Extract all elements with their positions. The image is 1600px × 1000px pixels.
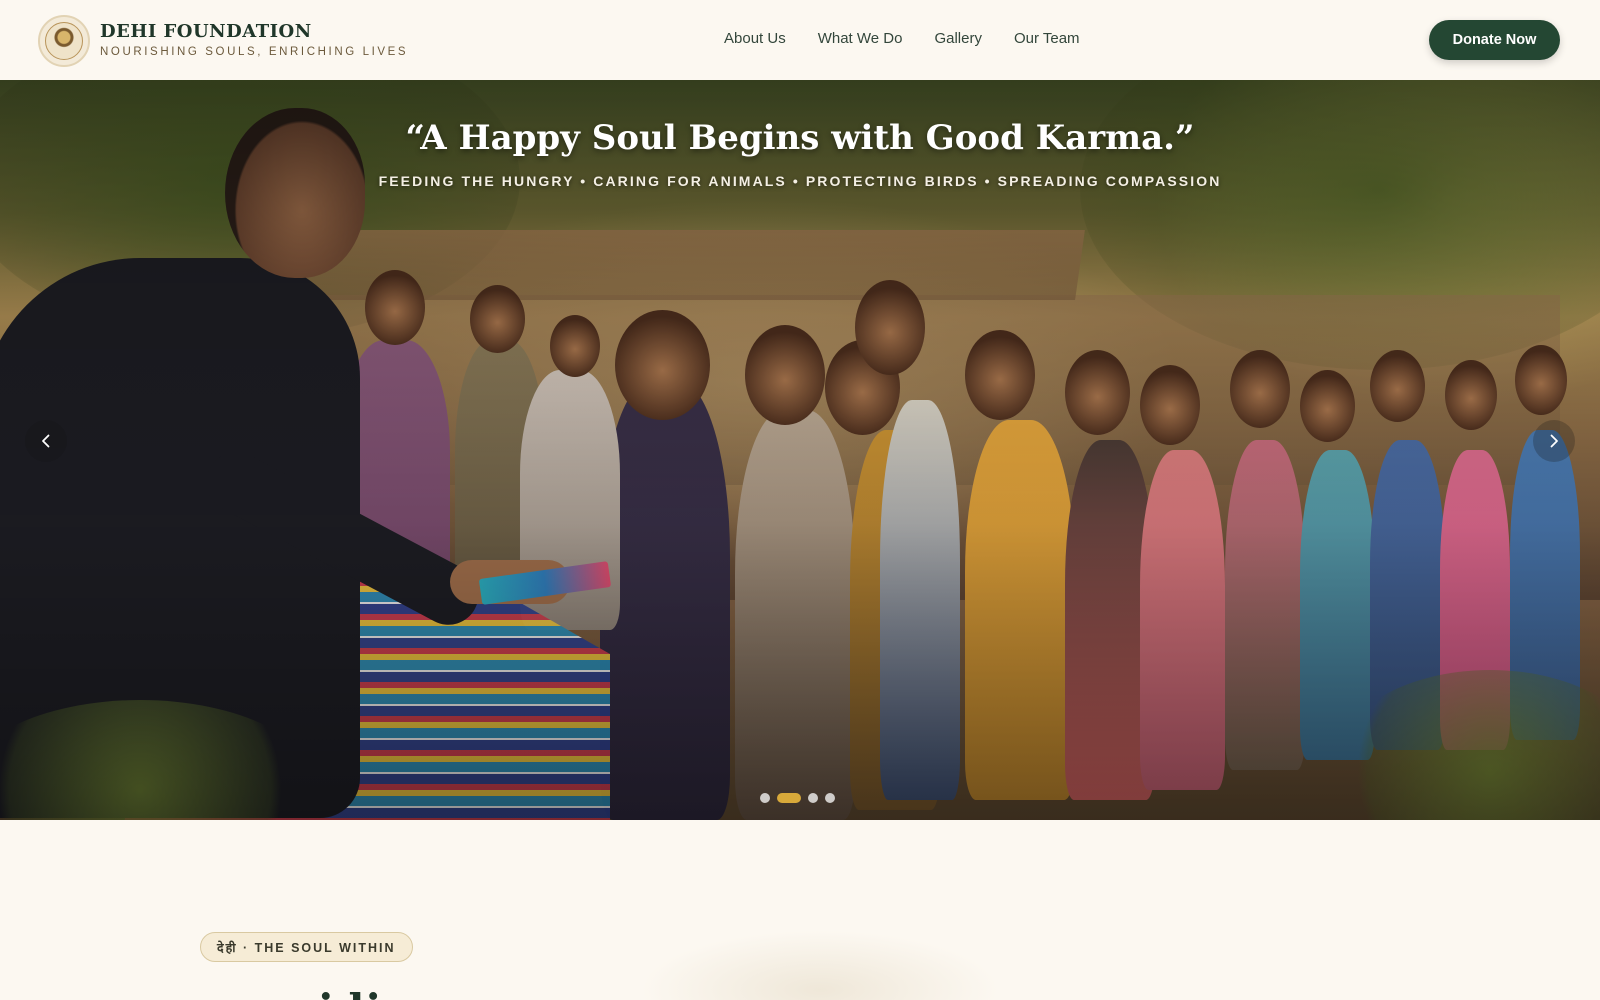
main-nav: About Us What We Do Gallery Our Team xyxy=(724,30,1112,47)
hero-subtitle: FEEDING THE HUNGRY • CARING FOR ANIMALS … xyxy=(378,173,1222,189)
carousel-dots xyxy=(760,793,835,803)
hero-dark-overlay xyxy=(0,80,1600,820)
section-heading: idi..a xyxy=(318,985,442,1000)
brand-block[interactable]: DEHI FOUNDATION NOURISHING SOULS, ENRICH… xyxy=(100,21,408,58)
carousel-next-button[interactable] xyxy=(1533,420,1575,462)
brand-name: DEHI FOUNDATION xyxy=(100,21,312,42)
brand-tagline: NOURISHING SOULS, ENRICHING LIVES xyxy=(100,46,409,58)
foundation-logo[interactable] xyxy=(38,15,90,67)
site-header: DEHI FOUNDATION NOURISHING SOULS, ENRICH… xyxy=(0,0,1600,80)
chevron-right-icon xyxy=(1550,434,1558,448)
carousel-dot-3[interactable] xyxy=(808,793,818,803)
nav-item-gallery[interactable]: Gallery xyxy=(934,30,982,47)
chevron-left-icon xyxy=(42,434,50,448)
hero-carousel: “A Happy Soul Begins with Good Karma.” F… xyxy=(0,80,1600,820)
nav-item-what-we-do[interactable]: What We Do xyxy=(818,30,903,47)
donate-button[interactable]: Donate Now xyxy=(1429,20,1560,60)
section-eyebrow-pill: देही · THE SOUL WITHIN xyxy=(200,932,413,962)
carousel-dot-4[interactable] xyxy=(825,793,835,803)
hero-quote: “A Happy Soul Begins with Good Karma.” xyxy=(405,118,1195,158)
carousel-dot-1[interactable] xyxy=(760,793,770,803)
carousel-prev-button[interactable] xyxy=(25,420,67,462)
logo-emblem-icon xyxy=(45,22,83,60)
nav-item-our-team[interactable]: Our Team xyxy=(1014,30,1080,47)
nav-item-about-us[interactable]: About Us xyxy=(724,30,786,47)
section-glow xyxy=(640,930,1000,1000)
carousel-dot-2[interactable] xyxy=(777,793,801,803)
